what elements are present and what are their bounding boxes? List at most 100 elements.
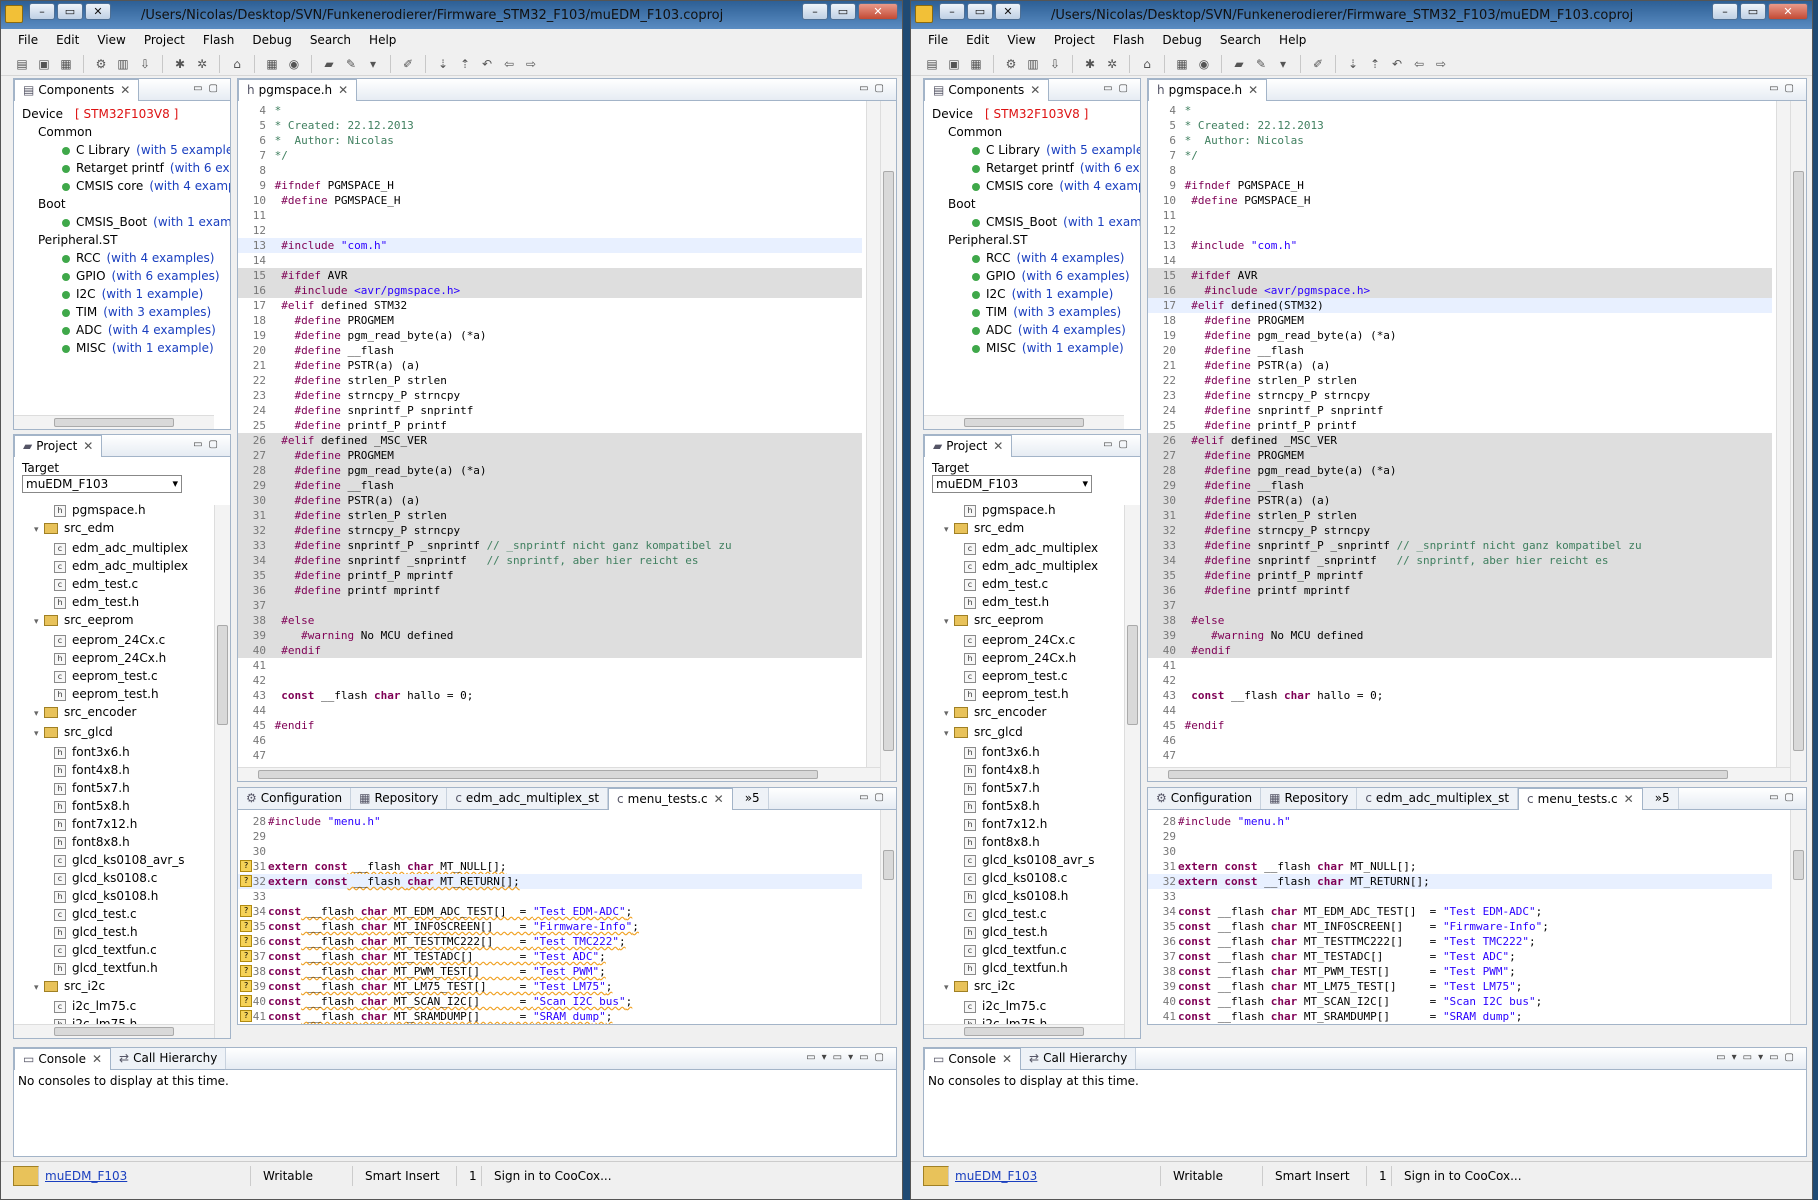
folder-item[interactable]: ▾ src_eeprom [34, 611, 230, 631]
last-edit-icon[interactable]: ↶ [478, 55, 496, 73]
warning-icon[interactable]: ? [240, 950, 252, 962]
file-item[interactable]: h font4x8.h [964, 761, 1140, 779]
horizontal-scrollbar[interactable] [1148, 767, 1790, 781]
menu-project[interactable]: Project [135, 31, 194, 51]
horizontal-scrollbar[interactable] [14, 415, 214, 429]
file-item[interactable]: c eeprom_24Cx.c [964, 631, 1140, 649]
home-icon[interactable]: ⌂ [228, 55, 246, 73]
menu-edit[interactable]: Edit [957, 31, 998, 51]
component-item[interactable]: RCC (with 4 examples) [22, 249, 230, 267]
file-item[interactable]: c i2c_lm75.c [54, 997, 230, 1015]
file-item[interactable]: h eeprom_24Cx.h [54, 649, 230, 667]
expand-icon[interactable]: ▾ [944, 979, 954, 997]
menu-debug[interactable]: Debug [1153, 31, 1210, 51]
component-item[interactable]: ADC (with 4 examples) [22, 321, 230, 339]
folder-item[interactable]: ▾ src_i2c [944, 977, 1140, 997]
component-item[interactable]: MISC (with 1 example) [932, 339, 1140, 357]
file-item[interactable]: h edm_test.h [964, 593, 1140, 611]
menu-help[interactable]: Help [1270, 31, 1315, 51]
tab-edm-adc-multiplex-st[interactable]: c edm_adc_multiplex_st [447, 788, 609, 809]
component-examples-link[interactable]: (with 1 example) [102, 287, 204, 301]
component-item[interactable]: CMSIS core (with 4 examples) [22, 177, 230, 195]
file-item[interactable]: c edm_adc_multiplex [54, 539, 230, 557]
component-examples-link[interactable]: (with 4 examples) [108, 323, 216, 337]
tab-console[interactable]: ▭ Console ✕ [14, 1048, 112, 1070]
component-item[interactable]: MISC (with 1 example) [22, 339, 230, 357]
expand-icon[interactable]: ▾ [34, 521, 44, 539]
tab-edm-adc-multiplex-st[interactable]: c edm_adc_multiplex_st [1357, 788, 1519, 809]
expand-icon[interactable]: ▾ [944, 705, 954, 723]
code-editor[interactable]: 4 * 5 * Created: 22.12.2013 6 * Author: Ni… [1148, 103, 1772, 765]
file-item[interactable]: c edm_adc_multiplex [54, 557, 230, 575]
file-item[interactable]: c glcd_ks0108_avr_s [964, 851, 1140, 869]
warning-icon[interactable]: ? [240, 995, 252, 1007]
horizontal-scrollbar[interactable] [238, 767, 880, 781]
file-item[interactable]: c glcd_ks0108.c [964, 869, 1140, 887]
forward-icon[interactable]: ⇨ [1432, 55, 1450, 73]
folder-item[interactable]: ▾ src_encoder [34, 703, 230, 723]
file-item[interactable]: c edm_adc_multiplex [964, 539, 1140, 557]
web-icon[interactable]: ◉ [1195, 55, 1213, 73]
build-icon[interactable]: ⚙ [92, 55, 110, 73]
folder-icon[interactable]: ▰ [1230, 55, 1248, 73]
component-item[interactable]: I2C (with 1 example) [22, 285, 230, 303]
tools-icon[interactable]: ✎ [1252, 55, 1270, 73]
target-select[interactable]: muEDM_F103 [22, 475, 182, 493]
component-examples-link[interactable]: (with 5 examples) [1046, 143, 1140, 157]
debug-icon[interactable]: ✱ [171, 55, 189, 73]
menu-edit[interactable]: Edit [47, 31, 88, 51]
prev-annotation-icon[interactable]: ⇡ [456, 55, 474, 73]
warning-icon[interactable]: ? [240, 860, 252, 872]
tools-icon[interactable]: ✎ [342, 55, 360, 73]
restore-small-button[interactable]: ▭ [967, 3, 993, 20]
panel-controls[interactable]: ▭▾▭▾▭▢ [1716, 1052, 1800, 1063]
tab-pgmspace[interactable]: h pgmspace.h ✕ [238, 79, 358, 101]
close-icon[interactable]: ✕ [1030, 83, 1040, 97]
warning-icon[interactable]: ? [240, 935, 252, 947]
vertical-scrollbar[interactable] [1124, 505, 1140, 1038]
file-item[interactable]: c edm_test.c [964, 575, 1140, 593]
components-icon[interactable]: ▦ [1173, 55, 1191, 73]
device-value[interactable]: [ STM32F103V8 ] [75, 107, 178, 121]
tab-call-hierarchy[interactable]: ⇄ Call Hierarchy [111, 1048, 227, 1069]
tab-configuration[interactable]: ⚙ Configuration [1148, 788, 1262, 809]
back-icon[interactable]: ⇦ [500, 55, 518, 73]
target-select[interactable]: muEDM_F103 [932, 475, 1092, 493]
sign-in-link[interactable]: Sign in to CooCox... [1392, 1166, 1534, 1186]
file-item[interactable]: c glcd_ks0108.c [54, 869, 230, 887]
close-icon[interactable]: ✕ [1002, 1052, 1012, 1066]
pen-icon[interactable]: ✐ [399, 55, 417, 73]
status-project-link[interactable]: muEDM_F103 [955, 1169, 1037, 1183]
file-item[interactable]: h font5x8.h [964, 797, 1140, 815]
rebuild-icon[interactable]: ▥ [1024, 55, 1042, 73]
horizontal-scrollbar[interactable] [924, 415, 1124, 429]
close-button[interactable]: ✕ [1768, 3, 1808, 20]
expand-icon[interactable]: ▾ [944, 725, 954, 743]
menu-flash[interactable]: Flash [1104, 31, 1153, 51]
component-item[interactable]: CMSIS_Boot (with 1 example) [932, 213, 1140, 231]
component-item[interactable]: RCC (with 4 examples) [932, 249, 1140, 267]
component-examples-link[interactable]: (with 5 examples) [136, 143, 230, 157]
menu-file[interactable]: File [919, 31, 957, 51]
file-item[interactable]: h font4x8.h [54, 761, 230, 779]
vertical-scrollbar[interactable] [880, 101, 896, 781]
last-edit-icon[interactable]: ↶ [1388, 55, 1406, 73]
file-item[interactable]: h font5x8.h [54, 797, 230, 815]
new-icon[interactable]: ▤ [923, 55, 941, 73]
tab-components[interactable]: ▤ Components ✕ [14, 79, 140, 101]
tab-repository[interactable]: ▦ Repository [351, 788, 448, 809]
file-item[interactable]: c eeprom_test.c [964, 667, 1140, 685]
menu-project[interactable]: Project [1045, 31, 1104, 51]
close-icon[interactable]: ✕ [120, 83, 130, 97]
file-item[interactable]: c glcd_textfun.c [964, 941, 1140, 959]
close-icon[interactable]: ✕ [1624, 792, 1634, 806]
expand-icon[interactable]: ▾ [34, 613, 44, 631]
component-item[interactable]: Retarget printf (with 6 examples) [932, 159, 1140, 177]
warning-icon[interactable]: ? [240, 980, 252, 992]
menu-debug[interactable]: Debug [243, 31, 300, 51]
component-examples-link[interactable]: (with 4 examples) [149, 179, 230, 193]
component-item[interactable]: TIM (with 3 examples) [932, 303, 1140, 321]
forward-icon[interactable]: ⇨ [522, 55, 540, 73]
folder-item[interactable]: ▾ src_glcd [34, 723, 230, 743]
minimize-button[interactable]: – [1712, 3, 1738, 20]
